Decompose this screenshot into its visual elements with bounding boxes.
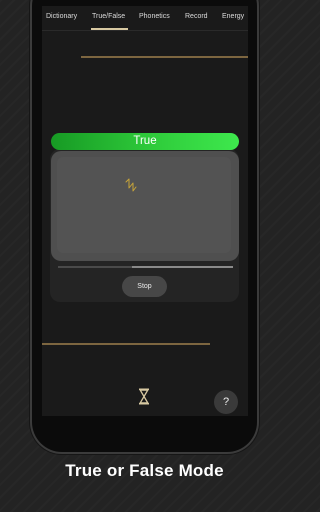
tab-dictionary[interactable]: Dictionary (46, 13, 77, 20)
promo-caption: True or False Mode (65, 461, 224, 480)
tab-true-false[interactable]: True/False (92, 13, 125, 20)
stop-button[interactable]: Stop (122, 276, 167, 297)
tab-record[interactable]: Record (185, 13, 208, 20)
help-button[interactable]: ? (214, 390, 238, 414)
playback-progress[interactable] (58, 266, 233, 268)
tab-phonetics[interactable]: Phonetics (139, 13, 170, 20)
hourglass-icon (139, 388, 149, 405)
tab-divider (42, 30, 248, 31)
bottom-accent-line (42, 343, 210, 345)
app-screen: Dictionary True/False Phonetics Record E… (42, 6, 248, 416)
audio-display-inner (57, 157, 231, 253)
playback-progress-fill (131, 266, 233, 268)
answer-banner: True (51, 133, 239, 150)
waveform-icon (125, 178, 137, 192)
tab-energy[interactable]: Energy (222, 13, 244, 20)
tab-bar: Dictionary True/False Phonetics Record E… (42, 6, 248, 30)
top-accent-line (81, 56, 248, 58)
audio-display (51, 151, 239, 261)
